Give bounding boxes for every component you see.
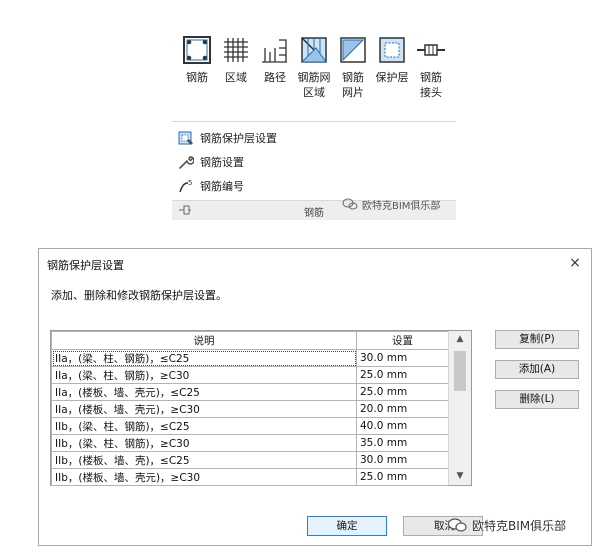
row-description[interactable]: IIa，(楼板、墙、壳元)，≤C25	[51, 383, 357, 401]
cover-settings-dialog: 钢筋保护层设置 × 添加、删除和修改钢筋保护层设置。 说明 设置 IIa，(梁、…	[38, 248, 592, 546]
fabric-area-button[interactable]: 钢筋网 区域	[295, 28, 333, 118]
wechat-icon	[342, 198, 358, 210]
rebar-button[interactable]: 钢筋	[178, 28, 216, 118]
table-row[interactable]: IIa，(梁、柱、钢筋)，≤C25 30.0 mm	[51, 349, 449, 367]
cover-table-grid: 说明 设置 IIa，(梁、柱、钢筋)，≤C25 30.0 mm IIa，(梁、柱…	[51, 331, 449, 486]
path-rebar-icon	[262, 39, 287, 63]
scroll-down-icon[interactable]: ▼	[449, 468, 471, 485]
table-row[interactable]: IIb，(楼板、墙、壳)，≤C25 30.0 mm	[51, 451, 449, 469]
ok-button[interactable]: 确定	[307, 516, 387, 536]
column-header-description[interactable]: 说明	[51, 331, 357, 350]
area-rebar-button[interactable]: 区域	[217, 28, 255, 118]
copy-button[interactable]: 复制(P)	[495, 330, 579, 349]
area-rebar-icon	[224, 38, 248, 62]
scroll-up-icon[interactable]: ▲	[449, 331, 471, 348]
column-header-setting[interactable]: 设置	[356, 331, 449, 350]
rebar-ribbon-panel: 钢筋 区域 路径 钢筋网 区域 钢筋 网片 保护层 钢筋 接头 钢筋保护层设置 …	[172, 24, 456, 220]
table-scrollbar[interactable]: ▲ ▼	[448, 331, 471, 485]
row-description[interactable]: IIb，(梁、柱、钢筋)，≤C25	[51, 417, 357, 435]
rebar-icon	[183, 36, 211, 64]
row-description[interactable]: IIa，(梁、柱、钢筋)，≤C25	[51, 349, 357, 367]
row-setting[interactable]: 25.0 mm	[356, 366, 449, 384]
fabric-sheet-label: 钢筋 网片	[342, 71, 364, 99]
area-rebar-label: 区域	[225, 71, 247, 84]
ribbon-button-row: 钢筋 区域 路径 钢筋网 区域 钢筋 网片 保护层 钢筋 接头	[172, 24, 456, 122]
delete-button[interactable]: 删除(L)	[495, 390, 579, 409]
table-row[interactable]: IIb，(梁、柱、钢筋)，≤C25 40.0 mm	[51, 417, 449, 435]
row-setting[interactable]: 30.0 mm	[356, 349, 449, 367]
rebar-number-icon: 5	[179, 179, 192, 193]
dialog-description: 添加、删除和修改钢筋保护层设置。	[51, 289, 227, 302]
row-setting[interactable]: 35.0 mm	[356, 434, 449, 452]
table-row[interactable]: IIa，(梁、柱、钢筋)，≥C30 25.0 mm	[51, 366, 449, 384]
row-description[interactable]: IIb，(梁、柱、钢筋)，≥C30	[51, 434, 357, 452]
row-setting[interactable]: 30.0 mm	[356, 451, 449, 469]
fabric-area-label: 钢筋网 区域	[297, 71, 331, 99]
close-icon[interactable]: ×	[565, 253, 585, 273]
cover-settings-icon	[178, 131, 193, 145]
rebar-settings-label: 钢筋设置	[200, 156, 244, 169]
dialog-title: 钢筋保护层设置	[47, 259, 124, 272]
wechat-icon	[447, 518, 467, 532]
cover-settings-label: 钢筋保护层设置	[200, 132, 277, 145]
path-rebar-label: 路径	[264, 71, 286, 84]
fabric-area-icon	[300, 37, 327, 63]
rebar-number-label: 钢筋编号	[200, 180, 244, 193]
row-description[interactable]: IIb，(楼板、墙、壳元)，≥C30	[51, 468, 357, 486]
row-description[interactable]: IIa，(楼板、墙、壳元)，≥C30	[51, 400, 357, 418]
table-row[interactable]: IIb，(梁、柱、钢筋)，≥C30 35.0 mm	[51, 434, 449, 452]
cover-icon	[379, 37, 405, 63]
table-row[interactable]: IIa，(楼板、墙、壳元)，≤C25 25.0 mm	[51, 383, 449, 401]
watermark-top-text: 欧特克BIM俱乐部	[362, 200, 441, 212]
coupler-icon	[417, 44, 445, 56]
path-rebar-button[interactable]: 路径	[256, 28, 294, 118]
watermark-bottom: 欧特克BIM俱乐部	[447, 514, 566, 536]
fabric-sheet-icon	[340, 37, 366, 63]
coupler-button[interactable]: 钢筋 接头	[412, 28, 450, 118]
scroll-thumb[interactable]	[454, 351, 466, 391]
row-setting[interactable]: 40.0 mm	[356, 417, 449, 435]
table-row[interactable]: IIa，(楼板、墙、壳元)，≥C30 20.0 mm	[51, 400, 449, 418]
wrench-icon	[179, 156, 194, 169]
row-description[interactable]: IIa，(梁、柱、钢筋)，≥C30	[51, 366, 357, 384]
fabric-sheet-button[interactable]: 钢筋 网片	[334, 28, 372, 118]
coupler-label: 钢筋 接头	[420, 71, 442, 99]
svg-text:5: 5	[188, 179, 192, 187]
watermark-bottom-text: 欧特克BIM俱乐部	[472, 518, 567, 533]
table-row[interactable]: IIb，(楼板、墙、壳元)，≥C30 25.0 mm	[51, 468, 449, 486]
rebar-number-item[interactable]: 5 钢筋编号	[178, 175, 244, 197]
rebar-button-label: 钢筋	[186, 71, 208, 84]
cover-button[interactable]: 保护层	[373, 28, 411, 118]
row-setting[interactable]: 25.0 mm	[356, 383, 449, 401]
cover-label: 保护层	[375, 71, 409, 84]
row-description[interactable]: IIb，(楼板、墙、壳)，≤C25	[51, 451, 357, 469]
watermark-top: 欧特克BIM俱乐部	[342, 196, 440, 212]
cover-settings-table: 说明 设置 IIa，(梁、柱、钢筋)，≤C25 30.0 mm IIa，(梁、柱…	[50, 330, 472, 486]
rebar-settings-item[interactable]: 钢筋设置	[178, 151, 244, 173]
row-setting[interactable]: 25.0 mm	[356, 468, 449, 486]
cover-settings-item[interactable]: 钢筋保护层设置	[178, 127, 277, 149]
row-setting[interactable]: 20.0 mm	[356, 400, 449, 418]
add-button[interactable]: 添加(A)	[495, 360, 579, 379]
